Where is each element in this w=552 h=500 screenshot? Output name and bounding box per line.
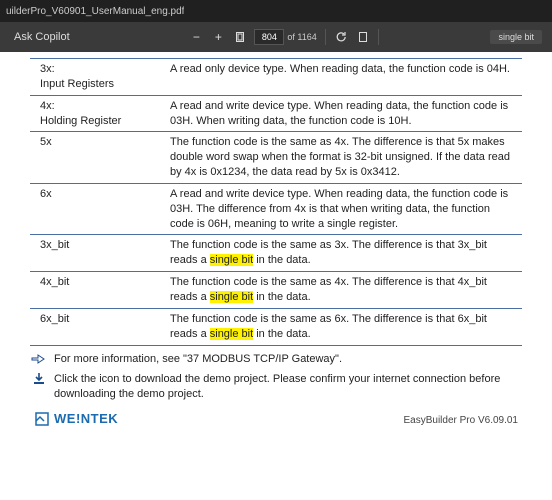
register-description-cell: The function code is the same as 3x. The… bbox=[170, 235, 522, 272]
register-type-cell: 4x_bit bbox=[30, 272, 170, 309]
download-note: Click the icon to download the demo proj… bbox=[30, 372, 522, 402]
search-highlight: single bit bbox=[210, 328, 253, 340]
page-view-button[interactable] bbox=[353, 27, 373, 47]
register-type-cell: 6x_bit bbox=[30, 308, 170, 345]
document-filename: uilderPro_V60901_UserManual_eng.pdf bbox=[6, 6, 184, 17]
table-row: 6x_bitThe function code is the same as 6… bbox=[30, 308, 522, 345]
download-icon[interactable] bbox=[30, 372, 48, 386]
zoom-in-button[interactable]: + bbox=[208, 27, 228, 47]
fit-page-button[interactable] bbox=[230, 27, 250, 47]
table-row: 4x:Holding RegisterA read and write devi… bbox=[30, 95, 522, 132]
register-description-cell: A read and write device type. When readi… bbox=[170, 95, 522, 132]
register-type-cell: 4x:Holding Register bbox=[30, 95, 170, 132]
window-titlebar: uilderPro_V60901_UserManual_eng.pdf bbox=[0, 0, 552, 22]
info-note: For more information, see "37 MODBUS TCP… bbox=[30, 352, 522, 367]
weintek-logo: WE!NTEK bbox=[34, 410, 118, 428]
search-term-display[interactable]: single bit bbox=[490, 30, 542, 44]
register-description-cell: The function code is the same as 6x. The… bbox=[170, 308, 522, 345]
ask-copilot-button[interactable]: Ask Copilot bbox=[6, 28, 78, 46]
page-total-label: of 1164 bbox=[287, 32, 316, 42]
download-note-text: Click the icon to download the demo proj… bbox=[54, 372, 522, 402]
register-table: 3x:Input RegistersA read only device typ… bbox=[30, 58, 522, 346]
register-description-cell: The function code is the same as 4x. The… bbox=[170, 272, 522, 309]
register-type-cell: 3x:Input Registers bbox=[30, 59, 170, 96]
page-number-input[interactable] bbox=[254, 29, 284, 45]
table-row: 3x_bitThe function code is the same as 3… bbox=[30, 235, 522, 272]
document-page: 3x:Input RegistersA read only device typ… bbox=[0, 52, 552, 434]
zoom-out-button[interactable]: − bbox=[186, 27, 206, 47]
version-label: EasyBuilder Pro V6.09.01 bbox=[403, 414, 518, 428]
register-type-cell: 3x_bit bbox=[30, 235, 170, 272]
info-note-text: For more information, see "37 MODBUS TCP… bbox=[54, 352, 342, 367]
register-description-cell: A read only device type. When reading da… bbox=[170, 59, 522, 96]
register-type-cell: 5x bbox=[30, 132, 170, 184]
table-row: 4x_bitThe function code is the same as 4… bbox=[30, 272, 522, 309]
register-description-cell: The function code is the same as 4x. The… bbox=[170, 132, 522, 184]
table-row: 5xThe function code is the same as 4x. T… bbox=[30, 132, 522, 184]
pdf-toolbar: Ask Copilot − + of 1164 single bit bbox=[0, 22, 552, 52]
brand-name: WE!NTEK bbox=[54, 410, 118, 428]
pointing-hand-icon bbox=[30, 352, 48, 366]
register-description-cell: A read and write device type. When readi… bbox=[170, 183, 522, 235]
rotate-button[interactable] bbox=[331, 27, 351, 47]
page-footer: WE!NTEK EasyBuilder Pro V6.09.01 bbox=[30, 410, 522, 428]
toolbar-divider bbox=[325, 29, 326, 45]
search-highlight: single bit bbox=[210, 291, 253, 303]
toolbar-divider bbox=[378, 29, 379, 45]
logo-icon bbox=[34, 411, 50, 427]
table-row: 3x:Input RegistersA read only device typ… bbox=[30, 59, 522, 96]
register-type-cell: 6x bbox=[30, 183, 170, 235]
table-row: 6xA read and write device type. When rea… bbox=[30, 183, 522, 235]
search-highlight: single bit bbox=[210, 254, 253, 266]
